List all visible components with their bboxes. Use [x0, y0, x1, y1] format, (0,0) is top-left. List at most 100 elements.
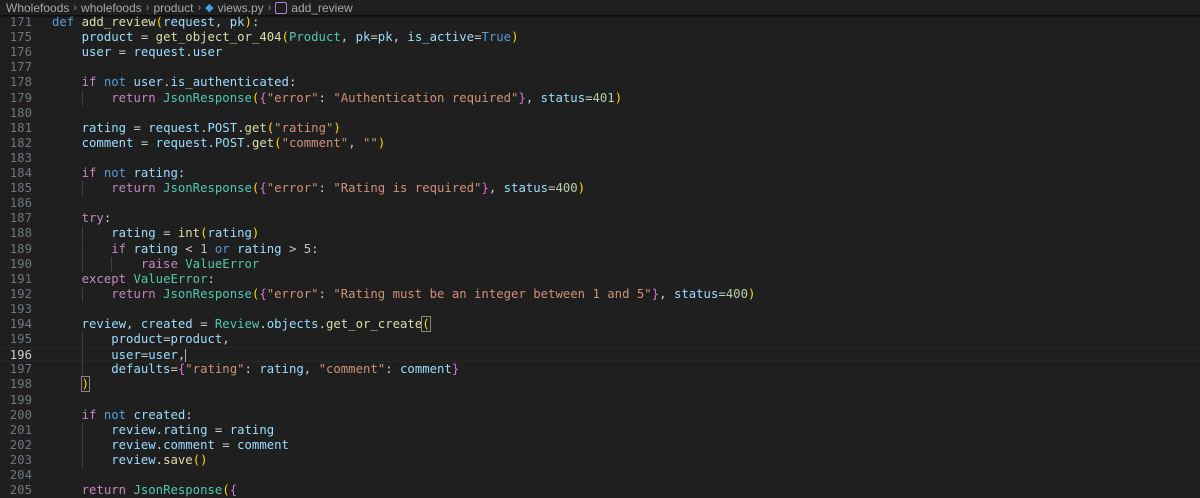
code-line[interactable]: 181 rating = request.POST.get("rating"): [0, 121, 1200, 136]
code-text: comment = request.POST.get("comment", ""…: [81, 135, 386, 150]
code-line[interactable]: 179 return JsonResponse({"error": "Authe…: [0, 90, 1200, 106]
code-line[interactable]: 197 defaults={"rating": rating, "comment…: [0, 362, 1200, 378]
code-text: ): [80, 376, 91, 393]
indent-guide: [81, 452, 83, 468]
indent-guide: [81, 362, 83, 378]
indent-guide: [81, 348, 83, 364]
code-line[interactable]: 192 return JsonResponse({"error": "Ratin…: [0, 286, 1200, 302]
line-number: 201: [9, 422, 32, 437]
line-number: 196: [9, 348, 32, 363]
code-line[interactable]: 195 product=product,: [0, 332, 1200, 348]
indent-guide: [81, 422, 83, 438]
breadcrumb-item-wholefoods-root[interactable]: Wholefoods: [6, 1, 69, 15]
code-line[interactable]: 185 return JsonResponse({"error": "Ratin…: [0, 181, 1200, 197]
line-number: 184: [9, 166, 32, 180]
code-line[interactable]: 180: [0, 106, 1200, 121]
code-line[interactable]: 198 ): [0, 376, 1200, 393]
indent-guide: [81, 90, 83, 106]
line-number: 176: [9, 45, 32, 60]
code-text: raise ValueError: [140, 256, 260, 271]
python-file-icon: ◆: [205, 2, 214, 14]
code-line[interactable]: 196 user=user,: [0, 347, 1200, 364]
code-text: return JsonResponse({"error": "Rating mu…: [111, 286, 756, 301]
line-number: 194: [9, 317, 32, 331]
line-number: 191: [9, 271, 32, 286]
indent-guide: [81, 437, 83, 453]
code-line[interactable]: 188 rating = int(rating): [0, 226, 1200, 242]
text-cursor: [185, 349, 187, 363]
line-number: 178: [9, 75, 32, 90]
code-line[interactable]: 202 review.comment = comment: [0, 437, 1200, 453]
code-text: return JsonResponse({"error": "Rating is…: [111, 181, 586, 196]
code-text: user=user,: [111, 348, 187, 363]
line-number: 200: [9, 407, 32, 422]
code-line[interactable]: 193: [0, 302, 1200, 317]
code-line[interactable]: 194 review, created = Review.objects.get…: [0, 316, 1200, 332]
code-text: review, created = Review.objects.get_or_…: [81, 316, 431, 332]
line-number: 180: [9, 105, 32, 120]
line-number: 186: [9, 196, 32, 211]
line-number: 195: [9, 332, 32, 347]
sticky-scroll-shadow: [0, 15, 1200, 18]
line-number: 193: [9, 301, 32, 316]
line-number: 192: [9, 286, 32, 301]
code-line[interactable]: 191 except ValueError:: [0, 272, 1200, 287]
chevron-right-icon: ›: [73, 1, 78, 14]
code-text: try:: [81, 211, 112, 226]
line-number: 175: [9, 30, 32, 45]
code-text: product=product,: [111, 332, 230, 347]
indent-guide: [111, 256, 113, 272]
code-text: user = request.user: [81, 45, 223, 60]
code-line[interactable]: 186: [0, 196, 1200, 211]
code-text: if not created:: [81, 407, 193, 422]
breadcrumb-item-product[interactable]: product: [153, 1, 193, 15]
line-number: 188: [9, 226, 32, 241]
code-line[interactable]: 177: [0, 60, 1200, 75]
line-number: 203: [9, 452, 32, 467]
line-number: 189: [9, 241, 32, 256]
code-text: if not user.is_authenticated:: [81, 75, 297, 90]
line-number: 204: [9, 468, 32, 482]
code-text: except ValueError:: [81, 271, 215, 286]
code-line[interactable]: 187 try:: [0, 211, 1200, 226]
code-text: if not rating:: [81, 166, 186, 180]
code-text: if rating < 1 or rating > 5:: [111, 241, 319, 256]
code-line[interactable]: 183: [0, 151, 1200, 166]
code-editor[interactable]: 171 def add_review(request, pk): 175 produ…: [0, 0, 1200, 497]
indent-guide: [81, 181, 83, 197]
code-text: review.comment = comment: [111, 437, 289, 452]
breadcrumb-item-wholefoods[interactable]: wholefoods: [81, 1, 142, 15]
code-text: return JsonResponse({"error": "Authentic…: [111, 90, 623, 105]
line-number: 190: [9, 256, 32, 271]
code-text: review.rating = rating: [111, 422, 275, 437]
line-number: 187: [9, 211, 32, 226]
line-number: 177: [9, 60, 32, 75]
line-number: 182: [9, 135, 32, 150]
code-text: review.save(): [111, 452, 208, 467]
indent-guide: [81, 286, 83, 302]
line-number: 185: [9, 181, 32, 196]
code-line[interactable]: 203 review.save(): [0, 452, 1200, 468]
line-number: 197: [9, 362, 32, 377]
method-icon: [275, 1, 288, 14]
breadcrumb: Wholefoods › wholefoods › product › ◆ vi…: [0, 0, 1200, 15]
code-line[interactable]: 178 if not user.is_authenticated:: [0, 75, 1200, 90]
line-number: 199: [9, 392, 32, 407]
code-line[interactable]: 199: [0, 393, 1200, 408]
line-number: 181: [9, 120, 32, 135]
code-line[interactable]: 184 if not rating:: [0, 166, 1200, 181]
code-line[interactable]: 182 comment = request.POST.get("comment"…: [0, 136, 1200, 151]
code-text: rating = request.POST.get("rating"): [81, 120, 341, 135]
code-line[interactable]: 190 raise ValueError: [0, 256, 1200, 272]
chevron-right-icon: ›: [197, 1, 202, 14]
code-line[interactable]: 189 if rating < 1 or rating > 5:: [0, 241, 1200, 257]
code-line[interactable]: 201 review.rating = rating: [0, 422, 1200, 438]
code-line[interactable]: 200 if not created:: [0, 408, 1200, 423]
breadcrumb-item-views-py[interactable]: views.py: [218, 1, 264, 15]
code-line[interactable]: 176 user = request.user: [0, 45, 1200, 60]
indent-guide: [81, 226, 83, 242]
code-line[interactable]: 204: [0, 468, 1200, 483]
line-number: 198: [9, 377, 32, 392]
code-line[interactable]: 175 product = get_object_or_404(Product,…: [0, 30, 1200, 45]
breadcrumb-item-add-review[interactable]: add_review: [291, 1, 352, 15]
